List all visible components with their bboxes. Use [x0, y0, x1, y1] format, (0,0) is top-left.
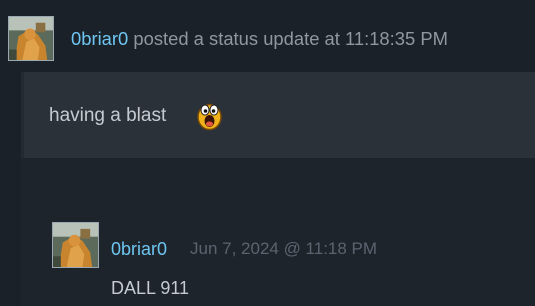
commenter-username-link[interactable]: 0briar0	[111, 238, 167, 260]
laughing-emoticon-icon	[197, 103, 222, 131]
post-action-text: posted a status update at 11:18:35 PM	[128, 28, 448, 49]
comment-timestamp: Jun 7, 2024 @ 11:18 PM	[190, 239, 378, 258]
poster-username-link[interactable]: 0briar0	[71, 28, 128, 49]
poster-avatar[interactable]	[8, 16, 54, 61]
avatar-image	[9, 17, 53, 60]
status-text: having a blast	[49, 105, 167, 126]
commenter-avatar[interactable]	[52, 222, 99, 268]
avatar-image	[53, 223, 98, 267]
panel-left-edge	[21, 72, 24, 158]
comment-text: DALL 911	[111, 278, 190, 298]
post-header: 0briar0 posted a status update at 11:18:…	[71, 27, 448, 51]
